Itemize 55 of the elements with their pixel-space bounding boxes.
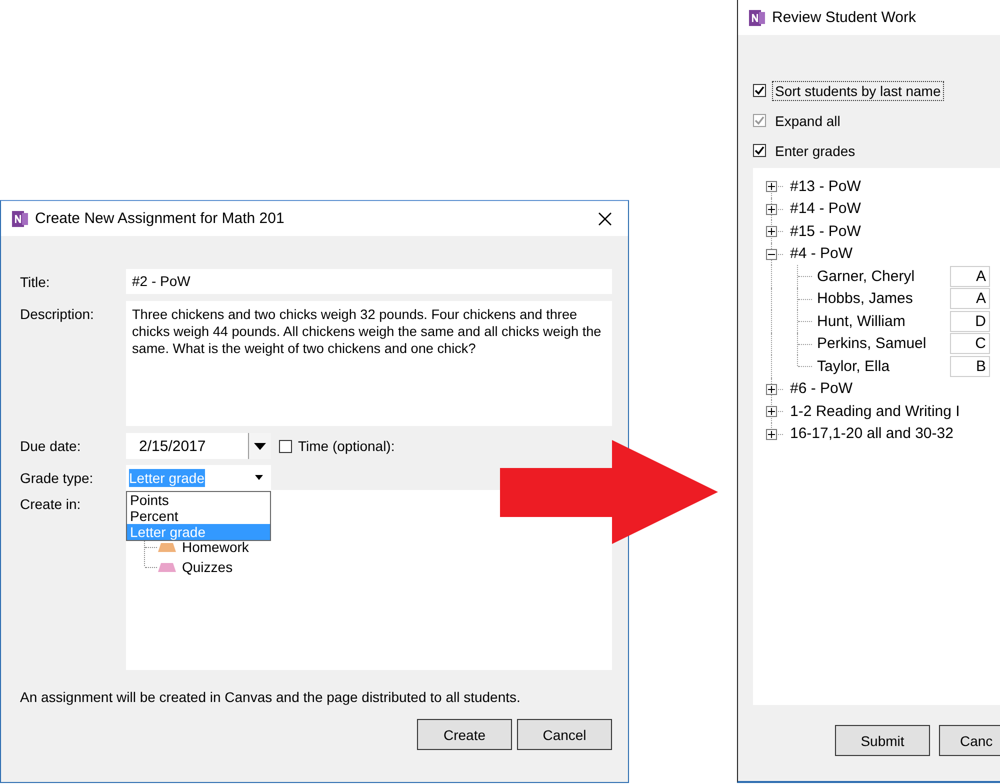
checkbox[interactable]	[753, 144, 766, 157]
student-name[interactable]: Garner, Cheryl	[813, 268, 950, 285]
field-label: Title:	[19, 273, 51, 290]
checkbox[interactable]	[753, 84, 766, 97]
dropdown-option[interactable]: Points	[127, 492, 270, 508]
dropdown-option[interactable]: Percent	[127, 508, 270, 524]
student-name[interactable]: Hunt, William	[813, 312, 950, 330]
tree-item[interactable]: #14 - PoW	[785, 200, 861, 218]
checkbox-label: Time (optional):	[298, 438, 395, 454]
tree-item[interactable]: #6 - PoW	[785, 380, 853, 398]
field-label: Due date:	[19, 438, 82, 454]
tree-item[interactable]: #13 - PoW	[785, 178, 861, 195]
description-field[interactable]: Three chickens and two chicks weigh 32 pounds. Four chickens and three chicks weigh 44 pounds. All chickens weigh the same and all chicks weigh the same. What is the weight of two chickens and one chick?	[126, 301, 612, 426]
cancel-button[interactable]: Canc	[939, 725, 1000, 756]
student-name[interactable]: Hobbs, James	[813, 290, 950, 308]
tree-item[interactable]: Homework	[182, 539, 249, 555]
field-label: Description:	[19, 305, 95, 322]
submit-button[interactable]: Submit	[835, 725, 930, 756]
expand-icon[interactable]	[766, 428, 777, 440]
cancel-button[interactable]: Cancel	[517, 719, 612, 750]
grade-field[interactable]: A	[950, 288, 990, 310]
caret-icon[interactable]	[255, 475, 263, 480]
notebook-icon	[748, 8, 766, 26]
close-icon[interactable]	[598, 212, 612, 226]
grade-field[interactable]: D	[950, 310, 990, 332]
collapse-icon[interactable]	[766, 248, 777, 260]
grade-field[interactable]: A	[950, 266, 990, 287]
field-label: Grade type:	[19, 470, 94, 486]
checkbox-label: Expand all	[774, 112, 842, 130]
dropdown-arrow-icon[interactable]	[254, 442, 266, 450]
tree-item[interactable]: #15 - PoW	[785, 222, 861, 240]
expand-icon[interactable]	[766, 181, 777, 192]
tree-item[interactable]: 1-2 Reading and Writing I	[785, 402, 960, 420]
student-name[interactable]: Perkins, Samuel	[813, 335, 950, 352]
notebook-icon	[11, 210, 29, 228]
checkbox-label: Sort students by last name	[772, 80, 944, 100]
checkbox[interactable]	[279, 440, 292, 452]
expand-icon[interactable]	[766, 384, 777, 395]
expand-icon[interactable]	[766, 226, 777, 238]
grade-field[interactable]: C	[950, 333, 990, 354]
student-name[interactable]: Taylor, Ella	[813, 358, 950, 375]
window-title: Review Student Work	[772, 9, 917, 26]
create-button[interactable]: Create	[417, 719, 512, 750]
tree-item[interactable]: 16-17,1-20 all and 30-32	[785, 425, 954, 442]
info-text: An assignment will be created in Canvas and the page distributed to all students.	[19, 689, 522, 705]
expand-icon[interactable]	[766, 406, 777, 418]
expand-icon[interactable]	[766, 204, 777, 215]
tree-item[interactable]: #4 - PoW	[785, 245, 853, 262]
window-title: Create New Assignment for Math 201	[35, 210, 286, 227]
grade-field[interactable]: B	[950, 356, 990, 377]
checkbox-label: Enter grades	[774, 142, 856, 160]
dropdown-value: Letter grade	[129, 468, 204, 486]
title-field[interactable]: #2 - PoW	[126, 269, 612, 294]
date-picker[interactable]: 2/15/2017	[126, 433, 271, 459]
tree-item[interactable]: Quizzes	[182, 559, 233, 575]
